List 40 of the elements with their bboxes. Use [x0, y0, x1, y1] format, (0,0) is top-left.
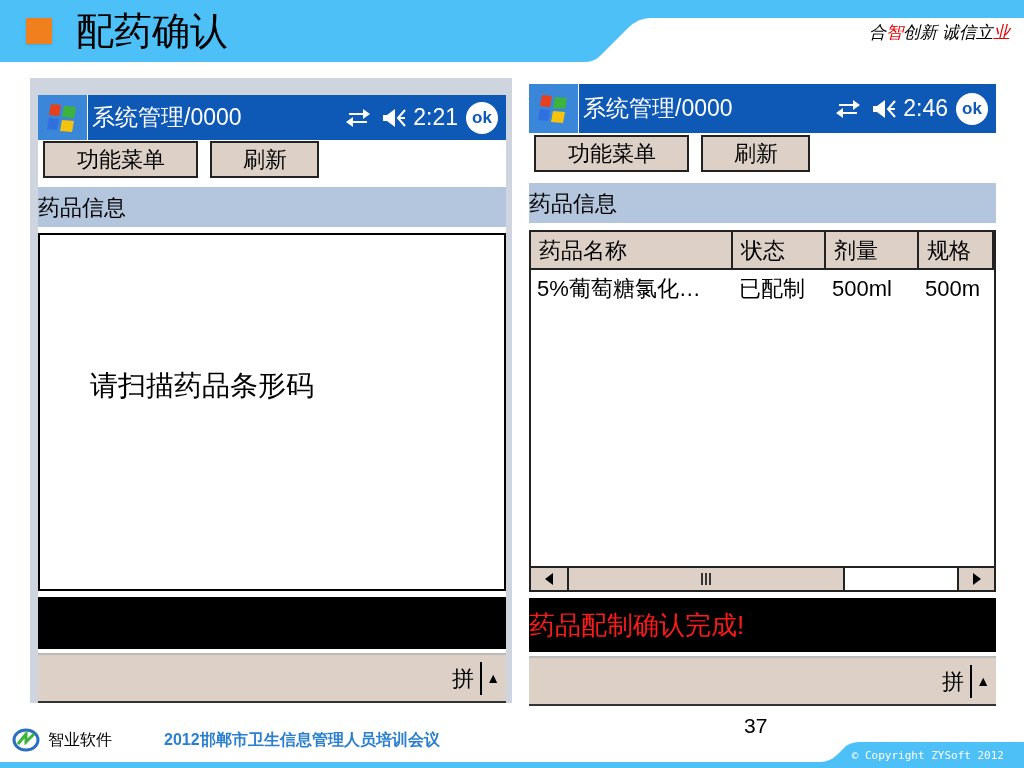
- page-number: 37: [744, 713, 768, 739]
- section-header: 药品信息: [38, 187, 506, 227]
- menu-button[interactable]: 功能菜单: [43, 141, 198, 178]
- ok-button[interactable]: ok: [466, 101, 498, 134]
- slide-title: 配药确认: [76, 12, 228, 50]
- column-header: 剂量: [826, 232, 919, 270]
- horizontal-scrollbar[interactable]: [531, 566, 994, 590]
- column-header: 规格: [919, 232, 994, 270]
- scroll-left-icon[interactable]: [545, 573, 553, 585]
- table-cell-text: 已配制: [738, 274, 806, 303]
- connection-arrows-icon[interactable]: [835, 97, 862, 120]
- clock-time: 2:46: [903, 94, 948, 124]
- clock-time: 2:21: [413, 103, 458, 133]
- company-name: 智业软件: [48, 730, 112, 750]
- ok-button[interactable]: ok: [956, 92, 988, 125]
- menu-button[interactable]: 功能菜单: [534, 135, 689, 172]
- bullet-square: [26, 18, 52, 44]
- scroll-right-icon[interactable]: [972, 573, 981, 585]
- company-logo-icon: [12, 728, 40, 752]
- input-method-button[interactable]: 拼: [942, 664, 973, 698]
- connection-arrows-icon[interactable]: [345, 106, 372, 129]
- column-header: 药品名称: [531, 232, 733, 270]
- input-panel-toggle[interactable]: ▲: [482, 667, 500, 689]
- event-name: 2012邯郸市卫生信息管理人员培训会议: [164, 730, 440, 750]
- scan-prompt: 请扫描药品条形码: [90, 369, 315, 403]
- table-cell-text: 500m: [924, 274, 982, 303]
- table-cell-text: 500ml: [831, 274, 893, 303]
- window-title: 系统管理/0000: [92, 103, 243, 133]
- grip-icon[interactable]: [701, 573, 711, 585]
- section-header: 药品信息: [529, 183, 996, 223]
- menu-button[interactable]: 刷新: [210, 141, 319, 178]
- window-title: 系统管理/0000: [583, 94, 734, 124]
- slogan: 合智创新 诚信立业: [869, 22, 1010, 44]
- copyright-text: © Copyright ZYSoft 2012: [851, 748, 1004, 764]
- input-panel-toggle[interactable]: ▲: [972, 670, 990, 692]
- column-header: 状态: [733, 232, 826, 270]
- status-message: 药品配制确认完成!: [529, 608, 745, 642]
- table-cell-text: 5%葡萄糖氯化…: [536, 274, 702, 303]
- input-method-button[interactable]: 拼: [452, 661, 483, 695]
- menu-button[interactable]: 刷新: [701, 135, 810, 172]
